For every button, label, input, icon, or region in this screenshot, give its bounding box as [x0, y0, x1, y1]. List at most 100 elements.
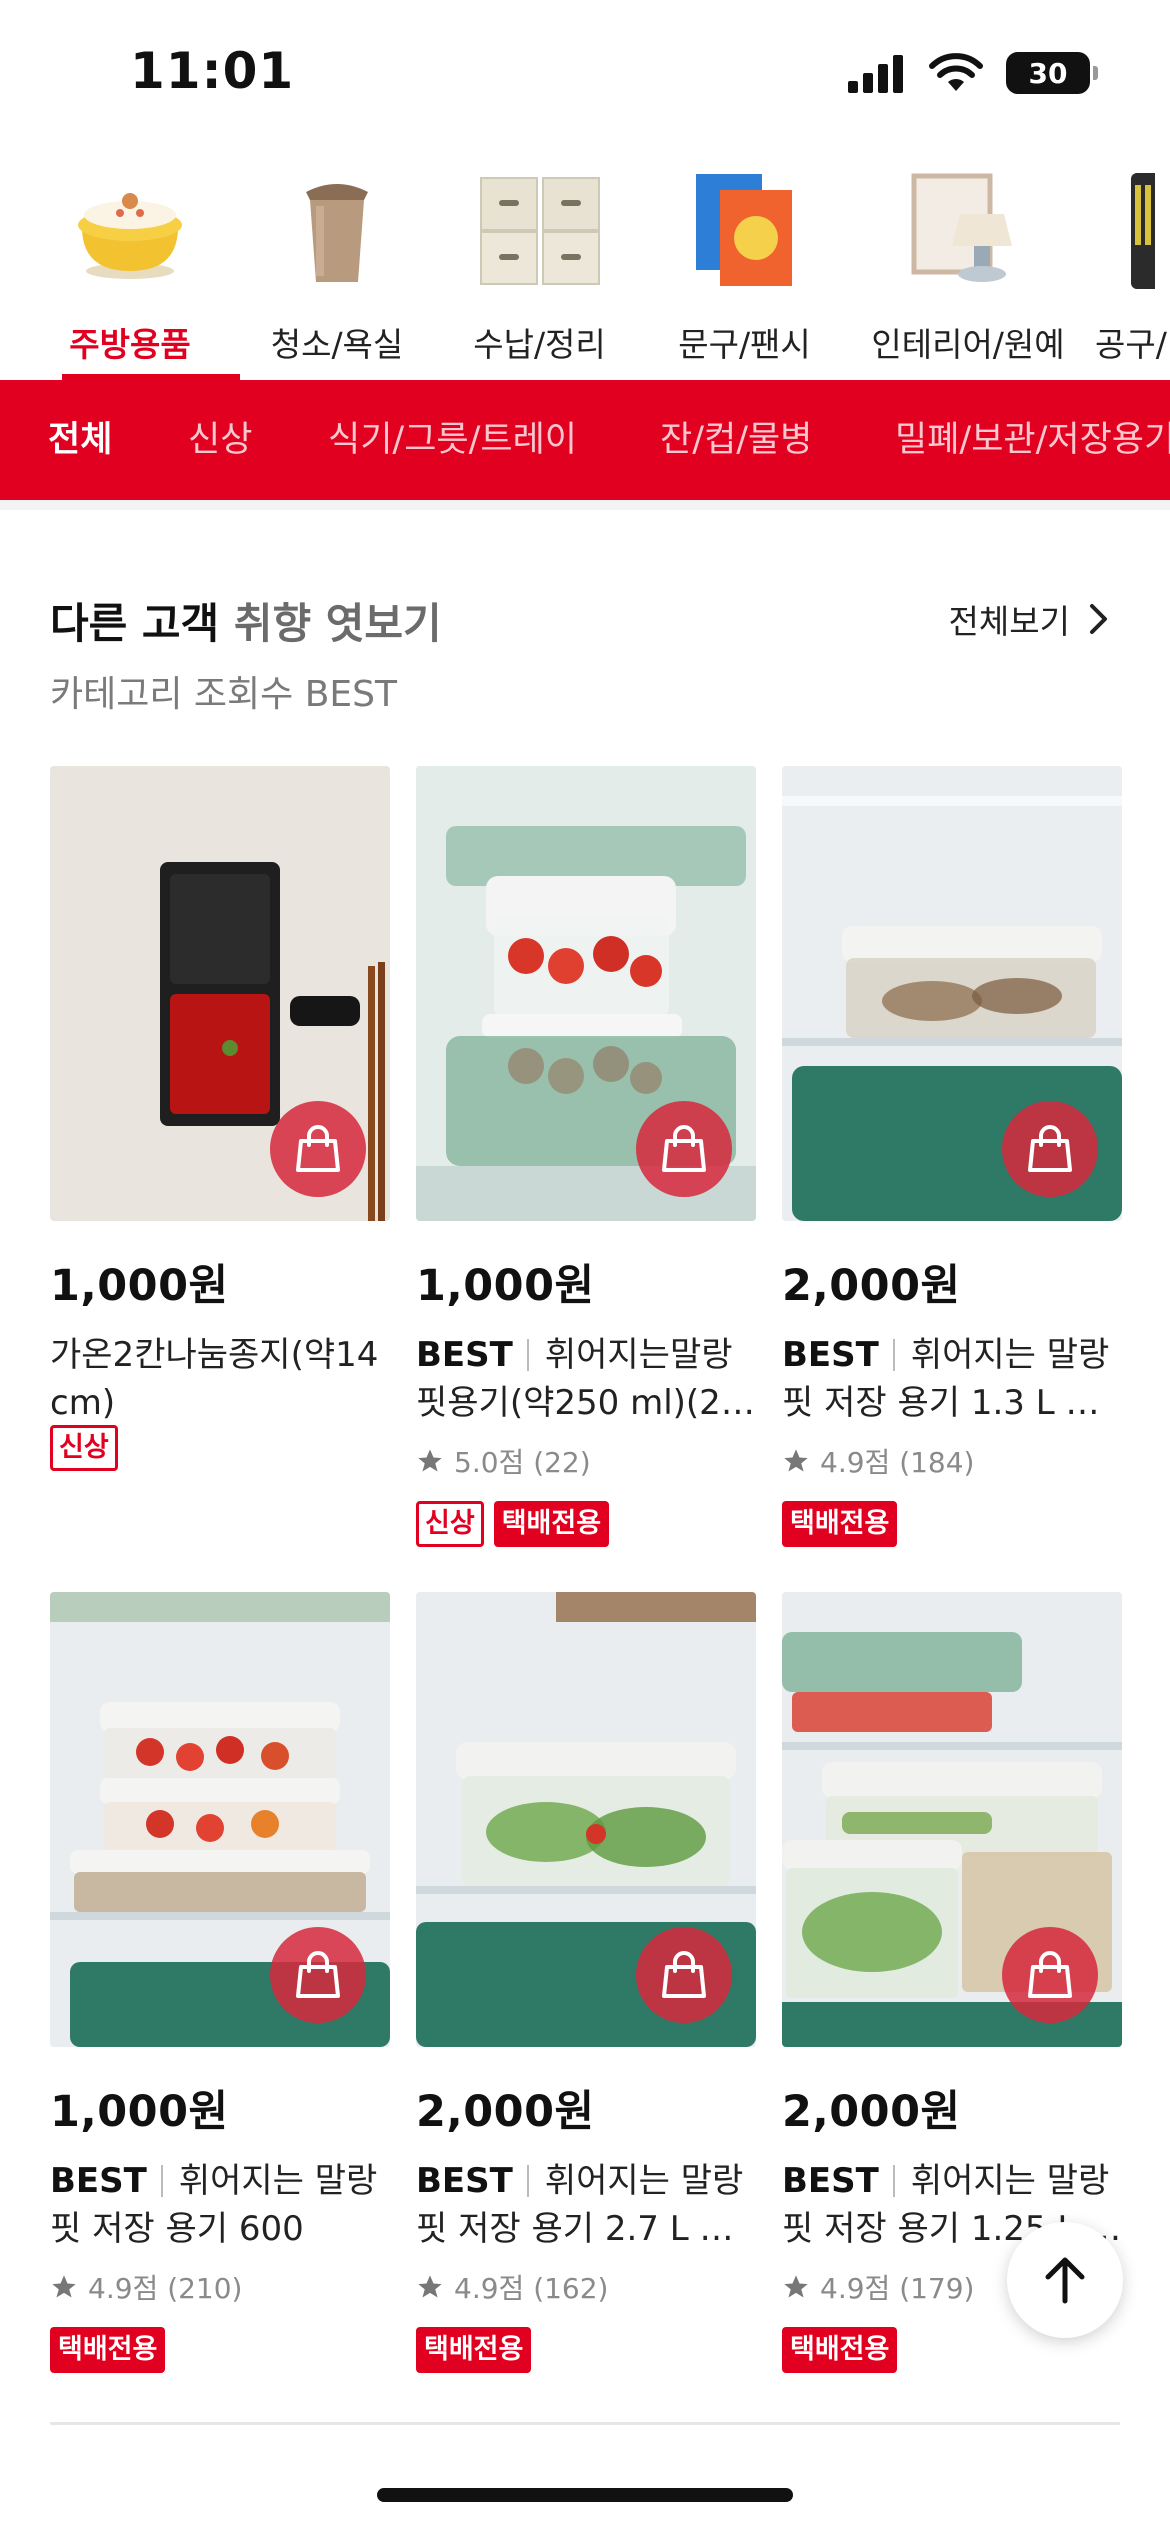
tab-tableware[interactable]: 식기/그릇/트레이: [328, 380, 577, 500]
badge-delivery-only: 택배전용: [782, 2327, 898, 2373]
badge-new: 신상: [416, 1501, 484, 1547]
tab-new[interactable]: 신상: [188, 380, 252, 500]
pot-icon: [60, 160, 200, 300]
product-title: 가온2칸나눔종지(약14 cm): [50, 1331, 390, 1427]
product-badges: 택배전용: [782, 1501, 1122, 1547]
best-label: BEST: [782, 1335, 879, 1375]
status-icons: 30: [846, 52, 1098, 94]
shopping-bag-icon: [1028, 1125, 1072, 1172]
shopping-bag-icon: [296, 1951, 340, 1998]
category-label: 문구/팬시: [678, 325, 811, 364]
product-image: [50, 1592, 390, 2047]
section-title-muted: 취향 엿보기: [233, 599, 442, 648]
add-to-cart-button[interactable]: [270, 1927, 366, 2023]
product-title: BEST휘어지는 말랑 핏 저장 용기 600 ml…: [50, 2157, 390, 2253]
home-indicator[interactable]: [377, 2488, 793, 2502]
star-icon: [418, 2275, 442, 2298]
product-card[interactable]: 2,000원 BEST 휘어지는 말랑 핏 저장 용기 2.7 L … 4.9점 …: [416, 1592, 756, 2373]
section-bottom-divider: [50, 2422, 1120, 2425]
category-storage[interactable]: 수납/정리: [462, 150, 617, 380]
title-separator: [526, 1339, 529, 1371]
arrow-up-icon: [1045, 2257, 1085, 2304]
product-image: [782, 766, 1122, 1221]
star-icon: [784, 2275, 808, 2298]
star-icon: [784, 1449, 808, 1472]
category-kitchen[interactable]: 주방용품: [50, 150, 210, 380]
badge-delivery-only: 택배전용: [416, 2327, 532, 2373]
category-stationery[interactable]: 문구/팬시: [667, 150, 822, 380]
badge-delivery-only: 택배전용: [50, 2327, 166, 2373]
add-to-cart-button[interactable]: [270, 1101, 366, 1197]
shopping-bag-icon: [662, 1125, 706, 1172]
rating-text: 4.9점 (210): [88, 2272, 243, 2305]
wifi-icon: [929, 53, 983, 91]
category-interior[interactable]: 인테리어/원예: [858, 150, 1078, 380]
category-label: 수납/정리: [473, 325, 606, 364]
rating-text: 4.9점 (179): [820, 2272, 975, 2305]
product-title: BEST 휘어지는말랑 핏용기(약250 ml)(2…: [416, 1331, 756, 1427]
product-card[interactable]: 1,000원 BEST 휘어지는말랑 핏용기(약250 ml)(2… 5.0점 (…: [416, 766, 756, 1547]
shopping-bag-icon: [662, 1951, 706, 1998]
star-icon: [52, 2275, 76, 2298]
see-all-link[interactable]: 전체보기: [949, 595, 1110, 643]
category-label: 인테리어/원예: [871, 325, 1065, 364]
category-tools[interactable]: 공구/: [1095, 150, 1170, 380]
add-to-cart-button[interactable]: [1002, 1101, 1098, 1197]
category-cleaning[interactable]: 청소/욕실: [262, 150, 412, 380]
battery-level: 30: [1028, 56, 1068, 90]
section-divider: [0, 500, 1170, 510]
product-rating: 4.9점 (184): [782, 1441, 1122, 1481]
title-separator: [892, 2165, 895, 2197]
badge-delivery-only: 택배전용: [782, 1501, 898, 1547]
product-card[interactable]: 1,000원 가온2칸나눔종지(약14 cm) 신상: [50, 766, 390, 1471]
category-label: 청소/욕실: [270, 325, 404, 364]
product-price: 2,000원: [416, 2087, 595, 2137]
product-rating: 4.9점 (210): [50, 2267, 390, 2307]
shopping-bag-icon: [296, 1125, 340, 1172]
rating-text: 4.9점 (162): [454, 2272, 609, 2305]
rating-text: 4.9점 (184): [820, 1446, 975, 1479]
trash-bin-icon: [267, 160, 407, 300]
best-label: BEST: [50, 2161, 147, 2201]
add-to-cart-button[interactable]: [636, 1927, 732, 2023]
product-badges: 신상 택배전용: [416, 1501, 756, 1547]
product-badges: 택배전용: [50, 2327, 390, 2373]
chevron-right-icon: [1090, 604, 1107, 634]
product-price: 1,000원: [50, 1261, 229, 1311]
status-bar: 11:01 30: [0, 0, 1170, 150]
signal-icon: [848, 55, 903, 93]
product-price: 2,000원: [782, 1261, 961, 1311]
category-label: 주방용품: [69, 325, 191, 364]
product-title: BEST 휘어지는 말랑 핏 저장 용기 1.3 L …: [782, 1331, 1122, 1427]
category-row: 주방용품 청소/욕실 수납/정리 문구/팬시 인테리어/원예 공구/: [0, 150, 1170, 380]
rating-text: 5.0점 (22): [454, 1446, 591, 1479]
best-label: BEST: [416, 2161, 513, 2201]
product-image: [416, 1592, 756, 2047]
product-badges: 신상: [50, 1425, 390, 1471]
product-card[interactable]: 2,000원 BEST 휘어지는 말랑 핏 저장 용기 1.3 L … 4.9점 …: [782, 766, 1122, 1547]
title-separator: [892, 1339, 895, 1371]
section-title: 다른 고객 취향 엿보기: [50, 590, 442, 651]
storage-box-icon: [470, 160, 610, 300]
product-image: [50, 766, 390, 1221]
product-badges: 택배전용: [416, 2327, 756, 2373]
product-card[interactable]: 1,000원 BEST휘어지는 말랑 핏 저장 용기 600 ml… 4.9점 …: [50, 1592, 390, 2373]
badge-new: 신상: [50, 1425, 118, 1471]
lamp-icon: [898, 160, 1038, 300]
title-separator: [526, 2165, 529, 2197]
notebook-icon: [675, 160, 815, 300]
scroll-to-top-button[interactable]: [1007, 2222, 1123, 2338]
add-to-cart-button[interactable]: [1002, 1927, 1098, 2023]
title-separator: [160, 2165, 163, 2197]
badge-delivery-only: 택배전용: [493, 1501, 610, 1547]
section-title-main: 다른 고객: [50, 599, 220, 648]
tab-containers[interactable]: 밀폐/보관/저장용기: [895, 380, 1170, 500]
tab-all[interactable]: 전체: [48, 380, 112, 500]
product-name: 가온2칸나눔종지(약14 cm): [50, 1335, 379, 1423]
see-all-label: 전체보기: [948, 602, 1070, 641]
tool-set-icon: [1095, 160, 1170, 300]
status-time: 11:01: [130, 42, 295, 100]
add-to-cart-button[interactable]: [636, 1101, 732, 1197]
tab-cups[interactable]: 잔/컵/물병: [660, 380, 812, 500]
best-label: BEST: [782, 2161, 879, 2201]
